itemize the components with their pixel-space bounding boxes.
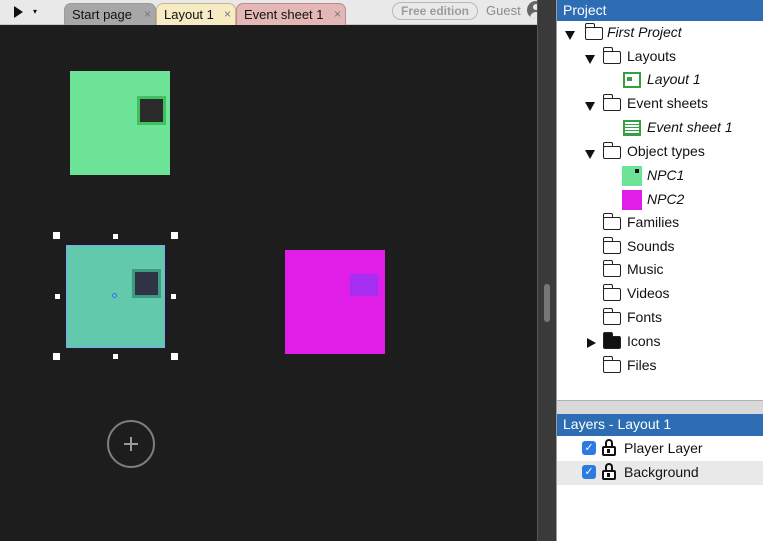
- folder-icon: [602, 332, 621, 349]
- lock-icon[interactable]: [602, 463, 616, 481]
- folder-icon: [584, 23, 603, 40]
- resize-handle[interactable]: [55, 294, 60, 299]
- expand-arrow-icon[interactable]: [565, 31, 575, 40]
- expand-arrow-icon[interactable]: [585, 55, 595, 64]
- folder-icon: [602, 356, 621, 373]
- tab-label: Start page: [72, 7, 132, 22]
- tree-item-label: Layouts: [627, 48, 677, 64]
- npc1-sprite[interactable]: [70, 71, 170, 175]
- layout-icon: [623, 72, 641, 88]
- lock-icon[interactable]: [602, 439, 616, 457]
- project-bar-title: Project: [557, 0, 763, 21]
- tree-item-label: Object types: [627, 143, 705, 159]
- layer-label: Background: [624, 464, 699, 480]
- tree-item-label: Files: [627, 357, 657, 373]
- add-object-button[interactable]: [107, 420, 155, 468]
- resize-handle[interactable]: [113, 234, 118, 239]
- tree-item-label: Event sheets: [627, 95, 708, 111]
- construct-editor: ▾ Start page × Layout 1 × Event sheet 1 …: [0, 0, 763, 541]
- tree-item-label: Fonts: [627, 309, 663, 325]
- tree-item-label: First Project: [607, 24, 682, 40]
- npc2-object-icon: [622, 190, 642, 210]
- folder-icon: [602, 213, 621, 230]
- sprite-eye: [137, 96, 166, 125]
- tab-label: Event sheet 1: [244, 7, 324, 22]
- folder-icon: [602, 260, 621, 277]
- tree-item-label: NPC1: [647, 167, 685, 183]
- resize-handle[interactable]: [171, 353, 178, 360]
- tree-item-label: Icons: [627, 333, 661, 349]
- preview-button[interactable]: ▾: [8, 2, 42, 22]
- resize-handle[interactable]: [171, 232, 178, 239]
- project-panel: Project First Project Layouts Layout 1 E…: [556, 0, 763, 541]
- origin-point[interactable]: [112, 293, 117, 298]
- layer-row-background[interactable]: ✓ Background: [557, 461, 763, 485]
- chevron-down-icon[interactable]: ▾: [33, 7, 37, 16]
- tab-layout-1[interactable]: Layout 1 ×: [156, 3, 236, 25]
- folder-icon: [602, 284, 621, 301]
- sprite-eye: [350, 274, 378, 296]
- resize-handle[interactable]: [53, 353, 60, 360]
- resize-handle[interactable]: [113, 354, 118, 359]
- collapse-arrow-icon[interactable]: [587, 338, 596, 348]
- resize-handle[interactable]: [53, 232, 60, 239]
- editor-tab-bar: ▾ Start page × Layout 1 × Event sheet 1 …: [0, 0, 556, 25]
- resize-handle[interactable]: [171, 294, 176, 299]
- tree-item-label: Videos: [627, 285, 670, 301]
- layer-label: Player Layer: [624, 440, 703, 456]
- play-icon: [14, 6, 23, 18]
- layer-row-player-layer[interactable]: ✓ Player Layer: [557, 437, 763, 461]
- layout-canvas[interactable]: [0, 25, 537, 541]
- close-icon[interactable]: ×: [224, 7, 231, 21]
- tree-item-label: Families: [627, 214, 680, 230]
- close-icon[interactable]: ×: [144, 7, 151, 21]
- expand-arrow-icon[interactable]: [585, 150, 595, 159]
- event-sheet-icon: [623, 120, 641, 136]
- folder-icon: [602, 94, 621, 111]
- folder-icon: [602, 237, 621, 254]
- splitter-grip[interactable]: [544, 284, 550, 322]
- tree-item-label: Music: [627, 261, 664, 277]
- folder-icon: [602, 308, 621, 325]
- user-name: Guest: [486, 3, 521, 18]
- layer-visible-checkbox[interactable]: ✓: [582, 465, 596, 479]
- folder-icon: [602, 47, 621, 64]
- sprite-eye: [132, 269, 161, 298]
- panel-divider[interactable]: [557, 400, 763, 414]
- tree-item-label: Sounds: [627, 238, 675, 254]
- layer-visible-checkbox[interactable]: ✓: [582, 441, 596, 455]
- tree-item-label: NPC2: [647, 191, 685, 207]
- tree-item-label: Event sheet 1: [647, 119, 733, 135]
- close-icon[interactable]: ×: [334, 7, 341, 21]
- tab-event-sheet-1[interactable]: Event sheet 1 ×: [236, 3, 346, 25]
- tab-start-page[interactable]: Start page ×: [64, 3, 156, 25]
- edition-badge[interactable]: Free edition: [392, 2, 478, 20]
- tab-label: Layout 1: [164, 7, 214, 22]
- folder-icon: [602, 142, 621, 159]
- npc2-sprite[interactable]: [285, 250, 385, 354]
- panel-splitter[interactable]: [537, 0, 556, 541]
- tree-item-label: Layout 1: [647, 71, 701, 87]
- expand-arrow-icon[interactable]: [585, 102, 595, 111]
- layers-bar-title: Layers - Layout 1: [557, 414, 763, 436]
- npc1-object-icon: [622, 166, 642, 186]
- project-tree: First Project Layouts Layout 1 Event she…: [557, 21, 763, 401]
